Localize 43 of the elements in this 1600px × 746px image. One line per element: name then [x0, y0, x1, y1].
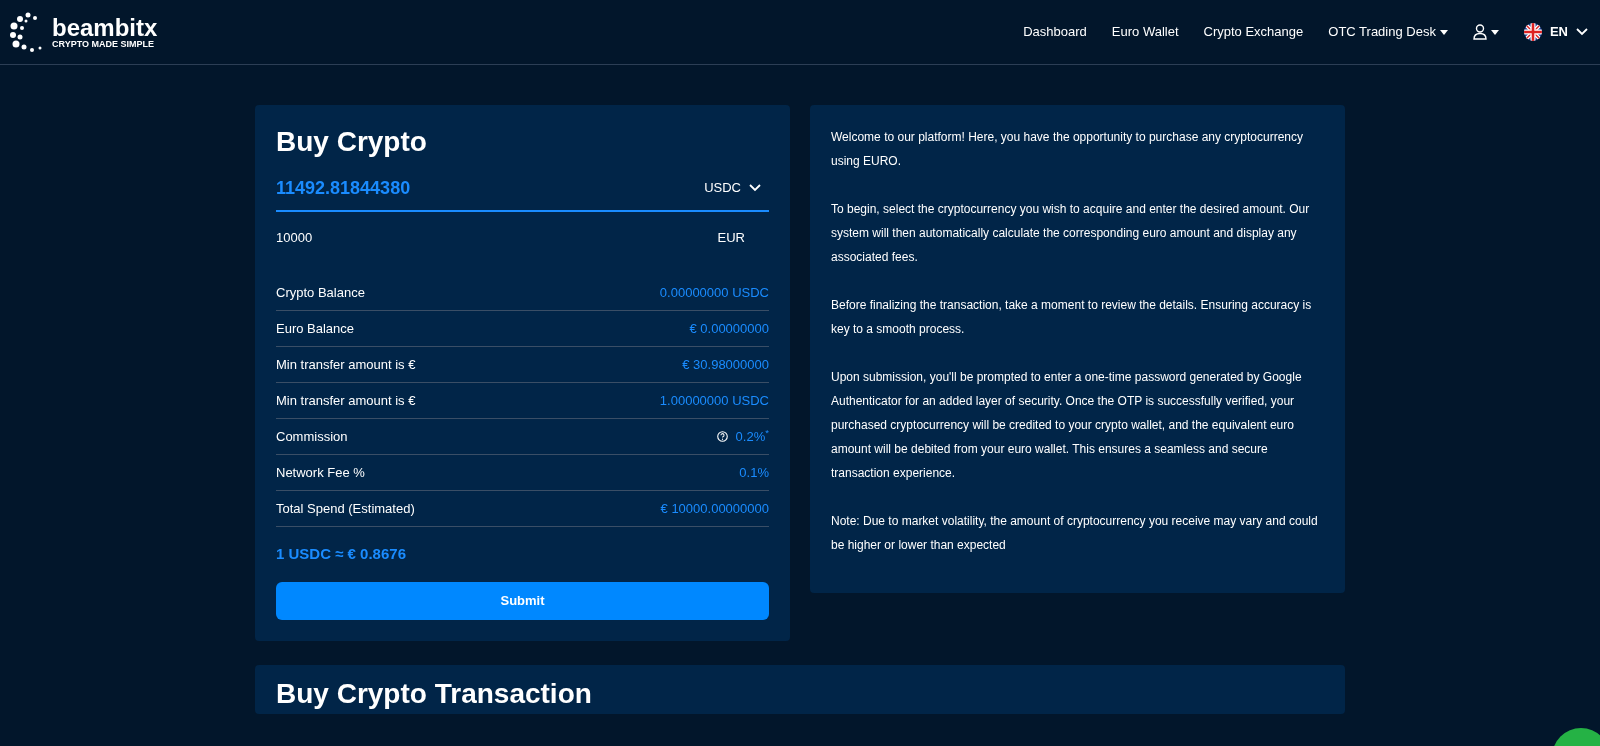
row-value: € 10000.00000000: [660, 499, 769, 518]
user-menu[interactable]: [1472, 24, 1499, 40]
nav-link[interactable]: Dashboard: [1023, 22, 1087, 42]
euro-amount-field[interactable]: 10000: [276, 227, 313, 248]
row-label: Commission: [276, 427, 348, 446]
info-paragraph: Welcome to our platform! Here, you have the opportunity to purchase any cryptocurrency using EURO.: [831, 129, 1304, 170]
row-label: Total Spend (Estimated): [276, 499, 415, 518]
row-label: Network Fee %: [276, 463, 365, 482]
currency-label: EUR: [717, 228, 745, 247]
row-label: Min transfer amount is €: [276, 391, 416, 410]
row-value: 0.2%$^{*}$: [735, 426, 769, 446]
nav-link[interactable]: OTC Trading Desk: [1328, 22, 1448, 42]
row-value: € 0.00000000: [689, 319, 769, 338]
info-paragraph: Note: Due to market volatility, the amount of cryptocurrency you receive may vary and could be higher or lower than expected: [831, 513, 1319, 554]
brand-name: beambitx: [52, 15, 158, 40]
flag-icon: [1523, 23, 1542, 41]
card-title: Buy Crypto Transaction: [276, 676, 593, 711]
currency-dropdown[interactable]: USDC: [704, 178, 761, 198]
row-value: 1.00000000 USDC: [659, 391, 769, 410]
row-label: Crypto Balance: [276, 283, 365, 302]
row-value: 0.00000000 USDC: [659, 283, 769, 302]
info-paragraph: Upon submission, you'll be prompted to enter a one-time password generated by Google Authenticator for an added layer of security. Once the OTP is successfully verified, your purchased cryptocurrency will be credited to your crypto wallet, and the equivalent euro amount will be debited from your euro wallet. This ensures a seamless and secure transaction experience.: [831, 369, 1303, 482]
submit-button[interactable]: Submit: [276, 581, 769, 620]
caret-icon: [1439, 29, 1448, 35]
logo[interactable]: beambitx CRYPTO MADE SIMPLE: [8, 9, 158, 55]
exchange-rate: 1 USDC ≈ € 0.8676: [276, 544, 407, 565]
card-title: Buy Crypto: [276, 125, 428, 159]
chevron-down-icon: [749, 184, 761, 193]
language-selector[interactable]: EN: [1523, 22, 1588, 42]
row-label: Euro Balance: [276, 319, 355, 338]
caret-icon: [1490, 29, 1499, 35]
nav-link[interactable]: Euro Wallet: [1111, 22, 1179, 42]
row-value: € 30.98000000: [682, 355, 769, 374]
crypto-amount-field[interactable]: 11492.81844380: [276, 174, 411, 202]
brand-tagline: CRYPTO MADE SIMPLE: [52, 39, 155, 49]
row-label: Min transfer amount is €: [276, 355, 416, 374]
help-icon[interactable]: [716, 431, 728, 443]
row-value: 0.1%: [739, 463, 769, 482]
user-icon: [1472, 24, 1487, 40]
info-paragraph: Before finalizing the transaction, take a moment to review the details. Ensuring accuracy is key to a smooth process.: [831, 297, 1313, 338]
nav-link[interactable]: Crypto Exchange: [1203, 22, 1304, 42]
chevron-down-icon: [1576, 28, 1588, 36]
info-paragraph: To begin, select the cryptocurrency you wish to acquire and enter the desired amount. Our system will then automatically calculate the corresponding euro amount and display any associated fees.: [831, 201, 1311, 266]
